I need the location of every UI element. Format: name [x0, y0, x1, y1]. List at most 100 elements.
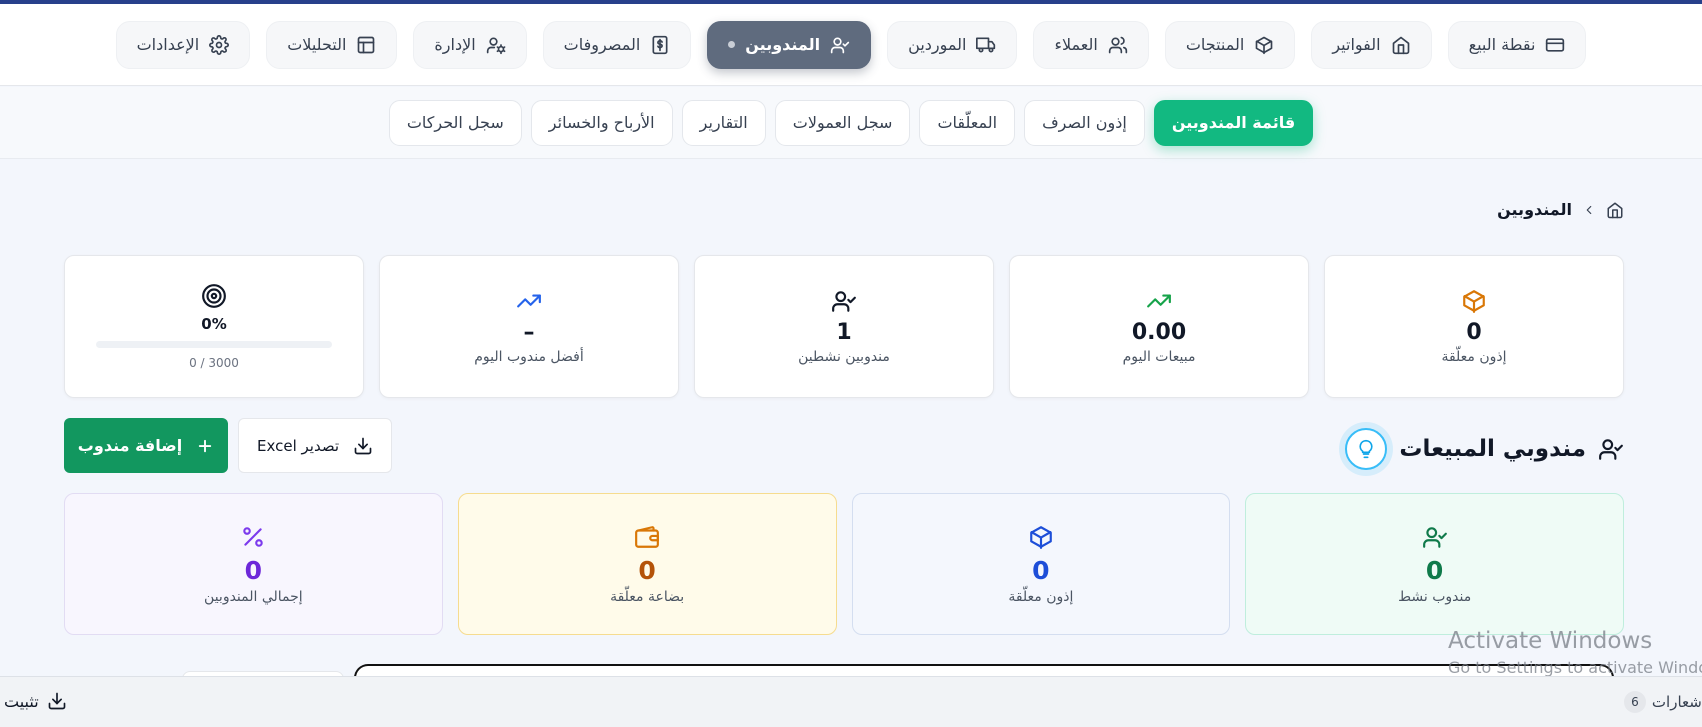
- nav-item-suppliers[interactable]: الموردين: [887, 20, 1018, 69]
- bottom-bar: تثبيت إشعارات 6: [0, 676, 1702, 727]
- plus-icon: [199, 439, 212, 452]
- stat-label: مبيعات اليوم: [1122, 349, 1196, 365]
- summary-value: 0: [244, 555, 263, 585]
- tab-commission-log[interactable]: سجل العمولات: [774, 99, 911, 146]
- tab-disbursement-permits[interactable]: إذون الصرف: [1024, 99, 1145, 146]
- nav-item-products[interactable]: المنتجات: [1164, 20, 1296, 69]
- tab-reports[interactable]: التقارير: [681, 99, 766, 146]
- target-percent: 0%: [201, 315, 227, 333]
- stat-today-sales: 0.00 مبيعات اليوم: [1009, 255, 1309, 398]
- box-icon: [1255, 36, 1273, 54]
- wallet-icon: [635, 525, 660, 548]
- trending-up-icon: [517, 294, 541, 308]
- stat-target: 0% 3000 / 0: [64, 255, 364, 398]
- nav-label: نقطة البيع: [1468, 35, 1536, 54]
- section-title: مندوبي المبيعات: [1399, 436, 1586, 462]
- install-label: تثبيت: [4, 691, 39, 711]
- user-check-icon: [1599, 439, 1623, 460]
- stat-value: 1: [836, 320, 852, 345]
- users-icon: [1108, 36, 1127, 53]
- summary-value: 0: [638, 555, 656, 585]
- nav-item-representatives[interactable]: المندوبين: [707, 20, 872, 69]
- summary-total-reps: 0 إجمالي المندوبين: [64, 493, 443, 635]
- summary-pending-permits: 0 إذون معلّقة: [851, 493, 1231, 635]
- stat-label: إذون معلّقة: [1441, 349, 1507, 365]
- tab-movements-log[interactable]: سجل الحركات: [388, 99, 522, 146]
- nav-label: الإعدادات: [136, 35, 200, 54]
- add-label: إضافة مندوب: [77, 436, 183, 455]
- nav-item-customers[interactable]: العملاء: [1033, 20, 1149, 69]
- summary-label: إذون معلّقة: [1008, 588, 1074, 605]
- summary-active-rep: 0 مندوب نشط: [1245, 493, 1624, 635]
- stat-value: 0.00: [1131, 320, 1187, 345]
- summary-label: إجمالي المندوبين: [204, 588, 303, 605]
- user-check-icon: [830, 37, 850, 53]
- nav-item-pos[interactable]: نقطة البيع: [1447, 20, 1587, 69]
- nav-item-analytics[interactable]: التحليلات: [266, 20, 398, 69]
- add-representative-button[interactable]: إضافة مندوب: [64, 418, 228, 473]
- tab-pending[interactable]: المعلّقات: [919, 99, 1016, 146]
- chevron-icon: [1586, 205, 1592, 214]
- summary-row: 0 مندوب نشط 0 إذون معلّقة 0 بضاعة معلّقة…: [64, 493, 1624, 635]
- download-icon: [48, 692, 65, 710]
- nav-label: الفواتير: [1332, 35, 1381, 54]
- gear-icon: [209, 34, 230, 55]
- target-ratio: 3000 / 0: [189, 356, 239, 370]
- windows-activation-watermark: Activate Windows Go to Settings to activ…: [1448, 628, 1702, 677]
- box-icon: [1463, 290, 1485, 313]
- percent-icon: [243, 526, 264, 547]
- nav-label: المندوبين: [745, 35, 821, 54]
- nav-label: الإدارة: [434, 35, 476, 54]
- sub-nav: قائمة المندوبين إذون الصرف المعلّقات سجل…: [0, 87, 1702, 159]
- notifications-button[interactable]: إشعارات 6: [1623, 691, 1702, 713]
- watermark-subtitle: Go to Settings to activate Windows.: [1448, 658, 1702, 677]
- notifications-badge: 6: [1623, 691, 1646, 713]
- target-progress-bar: [96, 341, 332, 348]
- stat-label: مندوبين نشطين: [798, 349, 890, 365]
- user-check-icon: [1422, 526, 1447, 548]
- stat-active-reps: 1 مندوبين نشطين: [694, 255, 994, 398]
- dollar-receipt-icon: [652, 35, 668, 54]
- trending-up-icon: [1147, 294, 1171, 308]
- nav-item-expenses[interactable]: المصروفات: [542, 20, 692, 69]
- export-excel-button[interactable]: تصدير Excel: [238, 418, 392, 473]
- breadcrumb: المندوبين: [1497, 200, 1624, 219]
- breadcrumb-current: المندوبين: [1497, 200, 1572, 219]
- nav-label: المنتجات: [1185, 35, 1245, 54]
- stat-pending-permits: 0 إذون معلّقة: [1324, 255, 1624, 398]
- notifications-label: إشعارات: [1651, 693, 1702, 711]
- section-header: مندوبي المبيعات: [1345, 428, 1624, 470]
- nav-label: العملاء: [1054, 35, 1098, 54]
- box-icon: [1030, 525, 1052, 549]
- layout-icon: [358, 36, 375, 53]
- credit-card-icon: [1546, 37, 1565, 52]
- summary-value: 0: [1425, 555, 1444, 585]
- watermark-title: Activate Windows: [1448, 628, 1653, 654]
- stat-best-rep: – أفضل مندوب اليوم: [379, 255, 679, 398]
- summary-label: بضاعة معلّقة: [610, 588, 685, 605]
- nav-item-invoices[interactable]: الفواتير: [1311, 20, 1432, 69]
- home-icon: [1392, 36, 1409, 54]
- export-label: تصدير Excel: [257, 436, 340, 455]
- stat-value: 0: [1466, 320, 1482, 345]
- nav-item-settings[interactable]: الإعدادات: [115, 20, 251, 69]
- main-nav: نقطة البيع الفواتير المنتجات العملاء الم…: [0, 4, 1702, 86]
- summary-pending-goods: 0 بضاعة معلّقة: [457, 493, 837, 635]
- tab-profit-loss[interactable]: الأرباح والخسائر: [530, 99, 673, 146]
- nav-item-admin[interactable]: الإدارة: [413, 20, 527, 69]
- nav-label: التحليلات: [287, 35, 347, 54]
- user-check-icon: [832, 291, 856, 312]
- hint-button[interactable]: [1345, 428, 1388, 470]
- target-icon: [202, 284, 226, 308]
- summary-label: مندوب نشط: [1398, 588, 1472, 605]
- stat-value: –: [523, 320, 535, 345]
- summary-value: 0: [1032, 555, 1050, 585]
- install-button[interactable]: تثبيت: [4, 691, 67, 711]
- truck-icon: [976, 37, 996, 52]
- download-icon: [354, 437, 372, 454]
- user-cog-icon: [486, 37, 506, 54]
- stats-row: 0 إذون معلّقة 0.00 مبيعات اليوم 1 مندوبي…: [64, 255, 1624, 398]
- home-icon[interactable]: [1606, 201, 1624, 219]
- tab-representatives-list[interactable]: قائمة المندوبين: [1153, 99, 1314, 146]
- active-indicator-dot: [728, 41, 736, 48]
